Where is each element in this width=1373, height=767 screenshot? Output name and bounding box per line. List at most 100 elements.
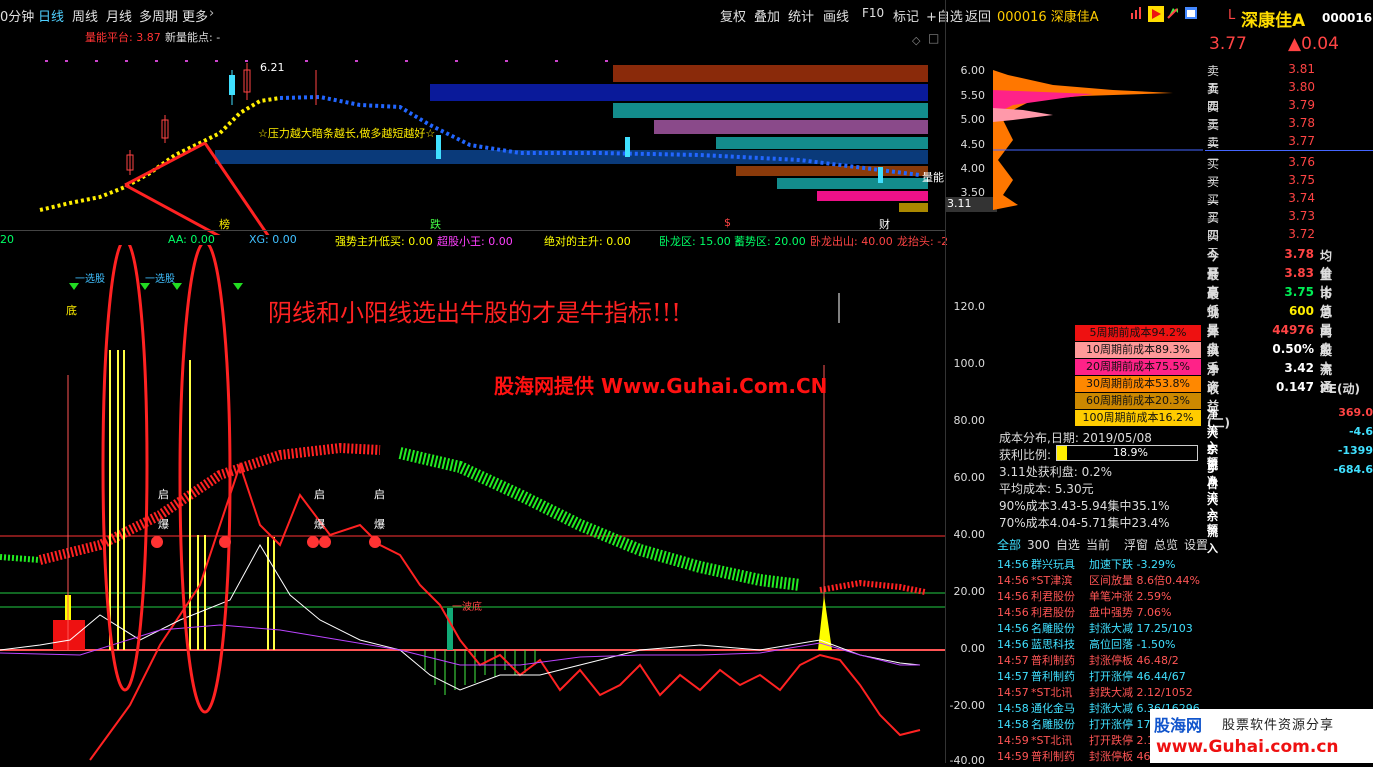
news-stock: 普利制药 (1031, 750, 1075, 763)
pressure-bar (777, 178, 928, 189)
quote-stock-code: 000016 (1322, 11, 1373, 25)
high-price-label: 6.21 (260, 61, 285, 74)
pressure-bar (899, 203, 928, 212)
pressure-note: ☆压力越大暗条越长,做多越短越好☆ (258, 127, 436, 140)
orderbook-price[interactable]: 3.76 (1270, 155, 1315, 169)
new-point-label: 新量能点: - (165, 31, 221, 44)
news-event: 打开涨停 46.44/67 (1089, 670, 1186, 683)
news-stock: 普利制药 (1031, 670, 1075, 683)
draw-line-button[interactable]: 画线 (823, 6, 849, 25)
quote-stock-name: 深康佳A (1241, 11, 1306, 31)
news-tab[interactable]: 浮窗 (1124, 538, 1148, 552)
cost-period-box: 100周期前成本16.2% (1075, 410, 1201, 426)
multi-period-tab[interactable]: 多周期 (139, 6, 178, 25)
news-time: 14:56 (997, 606, 1029, 619)
back-button[interactable]: 返回 (965, 6, 991, 25)
expand-icon[interactable]: □ (928, 31, 939, 45)
trend-ribbon-green (398, 447, 801, 591)
news-event: 盘中强势 7.06% (1089, 606, 1172, 619)
one-wave-label: 一波底 (452, 602, 482, 613)
news-event: 打开涨停 17 (1089, 718, 1151, 731)
news-item[interactable]: 14:57 普利制药 封涨停板 46.48/2 (997, 652, 1179, 668)
stat-value: 600 (1288, 304, 1314, 318)
diamond-icon[interactable]: ◇ (912, 34, 920, 47)
overlay-button[interactable]: 叠加 (754, 6, 780, 25)
news-tab[interactable]: 总览 (1154, 538, 1178, 552)
orderbook-price[interactable]: 3.80 (1270, 80, 1315, 94)
axis-tick: 60.00 (953, 471, 986, 484)
news-item[interactable]: 14:56 名雕股份 封涨大减 17.25/103 (997, 620, 1193, 636)
news-time: 14:59 (997, 734, 1029, 747)
restore-right-button[interactable]: 复权 (720, 6, 746, 25)
news-time: 14:59 (997, 750, 1029, 763)
logo-brand: 股海网 (1154, 716, 1203, 735)
arrow-icon[interactable] (1166, 6, 1180, 20)
stock-name: 深康佳A (1050, 10, 1099, 25)
orderbook-price[interactable]: 3.79 (1270, 98, 1315, 112)
cost-period-box: 5周期前成本94.2% (1075, 325, 1201, 341)
news-stock: 蓝思科技 (1031, 638, 1075, 651)
play-icon[interactable] (1148, 6, 1164, 22)
white-line (0, 543, 921, 691)
orderbook-price[interactable]: 3.75 (1270, 173, 1315, 187)
news-tab[interactable]: 自选 (1056, 538, 1080, 552)
news-item[interactable]: 14:57 普利制药 打开涨停 46.44/67 (997, 668, 1186, 684)
stat-value: 0.50% (1272, 342, 1314, 356)
stat-value: 0.147 (1276, 380, 1314, 394)
orderbook-price[interactable]: 3.74 (1270, 191, 1315, 205)
stats-button[interactable]: 统计 (788, 6, 814, 25)
news-item[interactable]: 14:57 *ST北讯 封跌大减 2.12/1052 (997, 684, 1193, 700)
stock-code: 000016 (997, 10, 1047, 25)
orderbook-price[interactable]: 3.78 (1270, 116, 1315, 130)
panel-divider (945, 0, 946, 763)
mark-button[interactable]: 标记 (893, 6, 919, 25)
window-icon[interactable] (1184, 6, 1198, 20)
cost-period-box: 30周期前成本53.8% (1075, 376, 1201, 392)
news-item[interactable]: 14:56 *ST津滨 区间放量 8.6倍0.44% (997, 572, 1200, 588)
bar-chart-icon[interactable] (1130, 6, 1144, 20)
orderbook-price[interactable]: 3.81 (1270, 62, 1315, 76)
stat-value: 44976 (1272, 323, 1314, 337)
news-item[interactable]: 14:58 名雕股份 打开涨停 17 (997, 716, 1151, 732)
axis-tick: 80.00 (953, 414, 986, 427)
pressure-bar (613, 65, 928, 82)
orderbook-price[interactable]: 3.73 (1270, 209, 1315, 223)
flow-value: -4.6 (1348, 425, 1373, 438)
divider (0, 230, 945, 231)
news-item[interactable]: 14:56 利君股份 单笔冲涨 2.59% (997, 588, 1171, 604)
orderbook-price[interactable]: 3.72 (1270, 227, 1315, 241)
profit-at-low: 3.11处获利盘: 0.2% (999, 465, 1113, 479)
weekly-tab[interactable]: 周线 (72, 6, 98, 25)
daily-tab[interactable]: 日线 (38, 6, 64, 25)
period-minute-tab[interactable]: 0分钟 (0, 6, 34, 25)
chevron-right-icon[interactable]: › (209, 6, 214, 21)
news-item[interactable]: 14:56 群兴玩具 加速下跌 -3.29% (997, 556, 1175, 572)
orderbook-divider (1205, 150, 1373, 151)
orderbook-price[interactable]: 3.77 (1270, 134, 1315, 148)
flow-value: 369.0 (1338, 406, 1373, 419)
news-tab[interactable]: 300 (1027, 538, 1050, 552)
f10-button[interactable]: F10 (862, 6, 884, 20)
qi-label: 启 (158, 488, 169, 501)
news-item[interactable]: 14:59 *ST北讯 打开跌停 2.1 (997, 732, 1154, 748)
price-chart[interactable] (0, 25, 945, 235)
more-menu[interactable]: 更多 (182, 6, 208, 25)
profit-ratio-label: 获利比例: (999, 448, 1052, 462)
news-stock: 名雕股份 (1031, 718, 1075, 731)
news-event: 单笔冲涨 2.59% (1089, 590, 1172, 603)
platform-label: 量能平台: 3.87 (85, 31, 161, 44)
monthly-tab[interactable]: 月线 (106, 6, 132, 25)
guhai-logo: 股海网 股票软件资源分享 www.Guhai.com.cn (1150, 709, 1373, 763)
news-tab[interactable]: 全部 (997, 538, 1021, 552)
news-tab[interactable]: 当前 (1086, 538, 1110, 552)
stat-value: 3.78 (1284, 247, 1314, 261)
news-event: 封跌大减 2.12/1052 (1089, 686, 1193, 699)
stat-label: PE(动) (1320, 382, 1360, 396)
news-item[interactable]: 14:59 普利制药 封涨停板 46 (997, 748, 1151, 764)
current-price: 3.77 (1209, 34, 1247, 54)
news-item[interactable]: 14:56 利君股份 盘中强势 7.06% (997, 604, 1171, 620)
stock-title: 000016 深康佳A (997, 6, 1099, 25)
bao-label: 爆 (374, 518, 385, 531)
news-tab[interactable]: 设置 (1184, 538, 1208, 552)
news-item[interactable]: 14:56 蓝思科技 高位回落 -1.50% (997, 636, 1175, 652)
